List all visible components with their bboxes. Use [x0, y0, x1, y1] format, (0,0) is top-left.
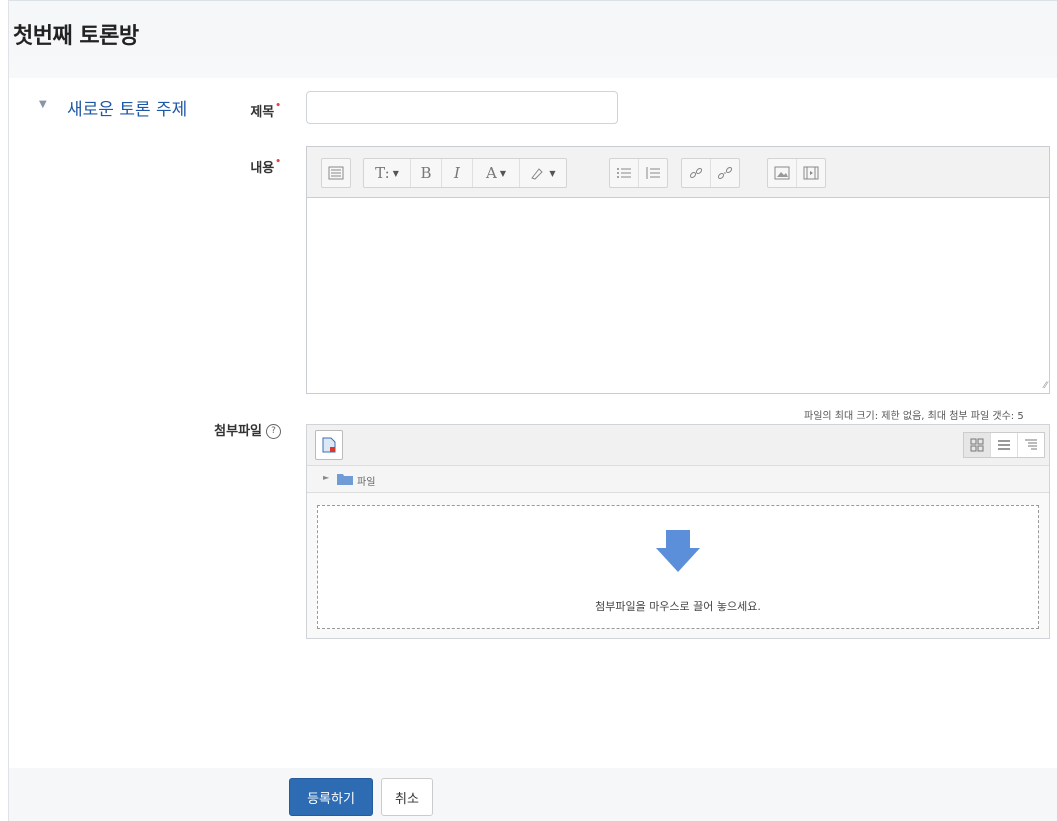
- unlink-button[interactable]: [711, 159, 739, 187]
- link-icon: [689, 167, 703, 179]
- collapse-toggle-icon[interactable]: ▼: [39, 99, 47, 110]
- unordered-list-button[interactable]: [610, 159, 639, 187]
- cancel-button[interactable]: 취소: [381, 778, 433, 816]
- icon-view-button[interactable]: [964, 433, 991, 457]
- expand-arrow-icon[interactable]: ►: [323, 473, 329, 482]
- file-limit-text: 파일의 최대 크기: 제한 없음, 최대 첨부 파일 갯수: 5: [804, 411, 1024, 422]
- toolbar-group-toggle: [321, 158, 351, 188]
- subject-label-text: 제목: [250, 105, 275, 120]
- list-view-icon: [998, 440, 1010, 450]
- file-path-bar: ► 파일: [307, 466, 1049, 493]
- file-picker: ► 파일 첨부파일을 마우스로 끌어 놓으세요.: [306, 424, 1050, 639]
- message-label: 내용•: [209, 157, 281, 176]
- file-drop-zone[interactable]: 첨부파일을 마우스로 끌어 놓으세요.: [317, 505, 1039, 629]
- tree-view-button[interactable]: [1018, 433, 1044, 457]
- attachment-label-text: 첨부파일: [214, 424, 262, 439]
- list-view-button[interactable]: [991, 433, 1018, 457]
- bold-button[interactable]: B: [411, 159, 442, 187]
- ordered-list-button[interactable]: [639, 159, 667, 187]
- title-style-button[interactable]: T: ▼: [364, 159, 411, 187]
- insert-media-button[interactable]: [797, 159, 825, 187]
- ordered-list-icon: [646, 167, 660, 179]
- tree-view-icon: [1025, 439, 1037, 450]
- insert-image-button[interactable]: [768, 159, 797, 187]
- folder-icon: [337, 474, 353, 485]
- editor-toolbar: T: ▼ B I A ▼ ▼: [307, 147, 1049, 198]
- brush-icon: [531, 168, 544, 180]
- link-button[interactable]: [682, 159, 711, 187]
- attachment-label: 첨부파일?: [159, 420, 281, 439]
- section-title[interactable]: 새로운 토론 주제: [67, 95, 187, 120]
- add-file-button[interactable]: [315, 430, 343, 460]
- toolbar-group-style: T: ▼ B I A ▼ ▼: [363, 158, 567, 188]
- required-icon: •: [275, 157, 281, 167]
- image-icon: [774, 166, 790, 180]
- drop-instruction-text: 첨부파일을 마우스로 끌어 놓으세요.: [595, 600, 761, 613]
- page-header: 첫번째 토론방: [9, 0, 1057, 57]
- toolbar-group-links: [681, 158, 740, 188]
- media-icon: [803, 166, 819, 180]
- subject-label: 제목•: [209, 101, 281, 120]
- message-label-text: 내용: [250, 161, 275, 176]
- page-title: 첫번째 토론방: [13, 24, 139, 49]
- form-footer: [9, 768, 1057, 821]
- file-picker-toolbar: [307, 425, 1049, 466]
- editor-content-area[interactable]: [307, 198, 1049, 394]
- toolbar-group-lists: [609, 158, 668, 188]
- rich-text-editor: T: ▼ B I A ▼ ▼ ⁄⁄: [306, 146, 1050, 394]
- required-icon: •: [275, 101, 281, 111]
- page-container: 첫번째 토론방 ▼ 새로운 토론 주제 제목• 내용• T: ▼ B I A ▼ ▼: [8, 0, 1057, 821]
- subject-input[interactable]: [306, 91, 618, 124]
- submit-button[interactable]: 등록하기: [289, 778, 373, 816]
- font-color-button[interactable]: A ▼: [473, 159, 520, 187]
- toolbar-group-media: [767, 158, 826, 188]
- resize-handle-icon[interactable]: ⁄⁄: [1044, 381, 1047, 391]
- grid-view-icon: [970, 438, 984, 452]
- unordered-list-icon: [617, 168, 631, 178]
- drop-arrow-icon: [656, 530, 700, 572]
- toolbar-toggle-icon: [328, 166, 344, 180]
- toolbar-toggle-button[interactable]: [322, 159, 350, 187]
- view-switcher: [963, 432, 1045, 458]
- add-file-icon: [322, 437, 336, 453]
- italic-button[interactable]: I: [442, 159, 473, 187]
- help-icon[interactable]: ?: [266, 424, 281, 439]
- background-color-button[interactable]: ▼: [520, 159, 566, 187]
- unlink-icon: [717, 166, 733, 180]
- folder-label[interactable]: 파일: [357, 473, 375, 488]
